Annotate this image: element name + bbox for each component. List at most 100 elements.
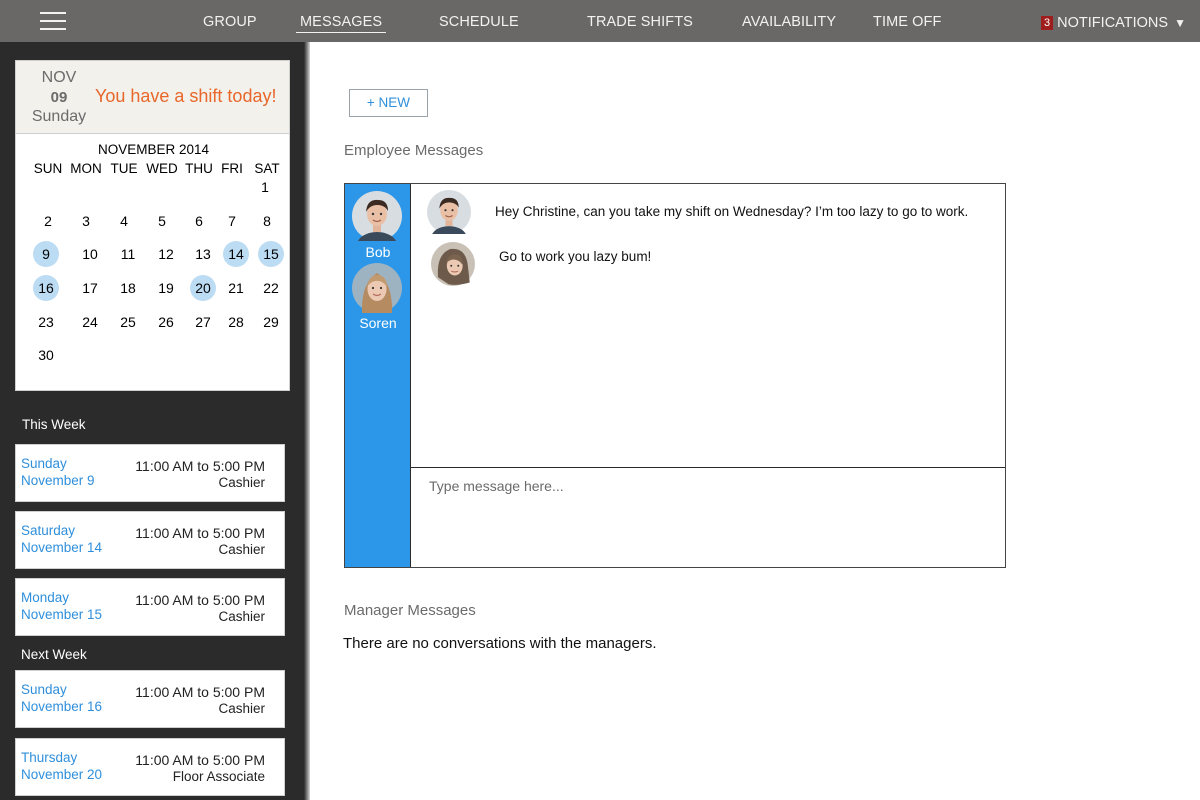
menu-icon[interactable]	[40, 12, 66, 30]
weekday-header: MON	[70, 161, 102, 176]
shift-card[interactable]: Saturday November 14 11:00 AM to 5:00 PM…	[15, 511, 285, 569]
calendar-day[interactable]: 24	[76, 311, 104, 333]
calendar-day[interactable]: 15	[257, 241, 285, 267]
employee-messages-panel: Bob Soren Hey Christine, can you take my…	[344, 183, 1006, 568]
calendar-day[interactable]: 23	[32, 311, 60, 333]
shift-time: 11:00 AM to 5:00 PM	[135, 525, 265, 541]
calendar-day[interactable]: 26	[152, 311, 180, 333]
new-message-button[interactable]: + NEW	[349, 89, 428, 117]
calendar-day[interactable]: 7	[218, 210, 246, 232]
calendar-day[interactable]: 9	[32, 241, 60, 267]
employee-messages-title: Employee Messages	[344, 142, 484, 159]
calendar-day[interactable]: 6	[185, 210, 213, 232]
nav-item-availability[interactable]: AVAILABILITY	[742, 0, 836, 42]
calendar-day-number: 16	[38, 280, 54, 296]
calendar-day-number: 20	[195, 280, 211, 296]
today-month: NOV	[41, 69, 77, 86]
contact-list: Bob Soren	[345, 184, 411, 567]
shift-date: November 15	[21, 607, 103, 622]
sidebar: NOV 09 Sunday You have a shift today! NO…	[0, 42, 310, 800]
calendar-day-number: 9	[42, 246, 50, 262]
notification-count-badge: 3	[1041, 16, 1054, 30]
calendar-day-number: 7	[228, 213, 236, 229]
today-card: NOV 09 Sunday You have a shift today!	[15, 60, 290, 134]
shift-role: Cashier	[218, 609, 265, 624]
weekday-header: FRI	[221, 161, 243, 176]
today-day: 09	[50, 89, 68, 106]
contact-soren[interactable]: Soren	[348, 263, 408, 333]
shift-card[interactable]: Sunday November 9 11:00 AM to 5:00 PM Ca…	[15, 444, 285, 502]
calendar-day-number: 29	[263, 314, 279, 330]
calendar-day[interactable]: 12	[152, 243, 180, 265]
nav-item-time-off[interactable]: TIME OFF	[873, 0, 941, 42]
notifications-label: NOTIFICATIONS	[1057, 15, 1169, 31]
shift-time: 11:00 AM to 5:00 PM	[135, 592, 265, 608]
shift-role: Cashier	[218, 542, 265, 557]
calendar-day[interactable]: 28	[222, 311, 250, 333]
shift-weekday: Saturday	[21, 523, 76, 538]
calendar-day[interactable]: 2	[34, 210, 62, 232]
nav-item-messages[interactable]: MESSAGES	[295, 0, 387, 42]
calendar-day[interactable]: 17	[76, 277, 104, 299]
contact-name: Bob	[365, 244, 391, 260]
message-input[interactable]	[411, 469, 1005, 567]
calendar-day-number: 22	[263, 280, 279, 296]
calendar-day[interactable]: 22	[257, 277, 285, 299]
calendar-day-number: 6	[195, 213, 203, 229]
top-navigation-bar: GROUP MESSAGES SCHEDULE TRADE SHIFTS AVA…	[0, 0, 1200, 42]
weekday-header: TUE	[110, 161, 138, 176]
calendar-day-number: 18	[120, 280, 136, 296]
calendar-day[interactable]: 20	[189, 275, 217, 301]
nav-item-schedule[interactable]: SCHEDULE	[439, 0, 519, 42]
calendar-day[interactable]: 27	[189, 311, 217, 333]
calendar-day[interactable]: 14	[222, 241, 250, 267]
female-avatar-icon	[431, 242, 475, 286]
calendar-day[interactable]: 19	[152, 277, 180, 299]
next-week-label: Next Week	[21, 647, 87, 662]
calendar-day[interactable]: 3	[72, 210, 100, 232]
calendar-day-number: 2	[44, 213, 52, 229]
nav-item-group[interactable]: GROUP	[203, 0, 257, 42]
shift-time: 11:00 AM to 5:00 PM	[135, 752, 265, 768]
calendar-day[interactable]: 16	[32, 275, 60, 301]
calendar-day[interactable]: 18	[114, 277, 142, 299]
calendar-day-number: 3	[82, 213, 90, 229]
weekday-header: WED	[146, 161, 178, 176]
calendar-day-number: 19	[158, 280, 174, 296]
calendar-day[interactable]: 25	[114, 311, 142, 333]
shift-card[interactable]: Thursday November 20 11:00 AM to 5:00 PM…	[15, 738, 285, 796]
shift-weekday: Sunday	[21, 456, 67, 471]
contact-bob[interactable]: Bob	[348, 191, 408, 261]
shift-date: November 9	[21, 473, 95, 488]
calendar-day[interactable]: 1	[251, 176, 279, 198]
calendar-day[interactable]: 10	[76, 243, 104, 265]
calendar-day[interactable]: 11	[114, 243, 142, 265]
notifications-dropdown[interactable]: 3 NOTIFICATIONS ▼	[1041, 0, 1186, 42]
calendar-day-number: 14	[228, 246, 244, 262]
manager-messages-title: Manager Messages	[344, 602, 476, 619]
calendar-day-number: 10	[82, 246, 98, 262]
calendar-day-number: 1	[261, 179, 269, 195]
shift-role: Cashier	[218, 701, 265, 716]
male-avatar-icon	[352, 191, 402, 241]
calendar-day-number: 26	[158, 314, 174, 330]
calendar-day-number: 27	[195, 314, 211, 330]
calendar-day[interactable]: 5	[148, 210, 176, 232]
nav-item-trade-shifts[interactable]: TRADE SHIFTS	[587, 0, 693, 42]
calendar-day-number: 17	[82, 280, 98, 296]
shift-card[interactable]: Sunday November 16 11:00 AM to 5:00 PM C…	[15, 670, 285, 728]
calendar-day-number: 15	[263, 246, 279, 262]
calendar-day[interactable]: 29	[257, 311, 285, 333]
calendar-day[interactable]: 4	[110, 210, 138, 232]
calendar-day-number: 5	[158, 213, 166, 229]
shift-date: November 20	[21, 767, 103, 782]
month-calendar: NOVEMBER 2014 SUN MON TUE WED THU FRI SAT 1 2 3 4 5…	[15, 134, 290, 391]
calendar-day-number: 21	[228, 280, 244, 296]
calendar-day[interactable]: 13	[189, 243, 217, 265]
calendar-day[interactable]: 8	[253, 210, 281, 232]
shift-weekday: Thursday	[21, 750, 78, 765]
calendar-day[interactable]: 30	[32, 344, 60, 366]
calendar-day[interactable]: 21	[222, 277, 250, 299]
shift-card[interactable]: Monday November 15 11:00 AM to 5:00 PM C…	[15, 578, 285, 636]
male-avatar-icon	[427, 190, 471, 234]
